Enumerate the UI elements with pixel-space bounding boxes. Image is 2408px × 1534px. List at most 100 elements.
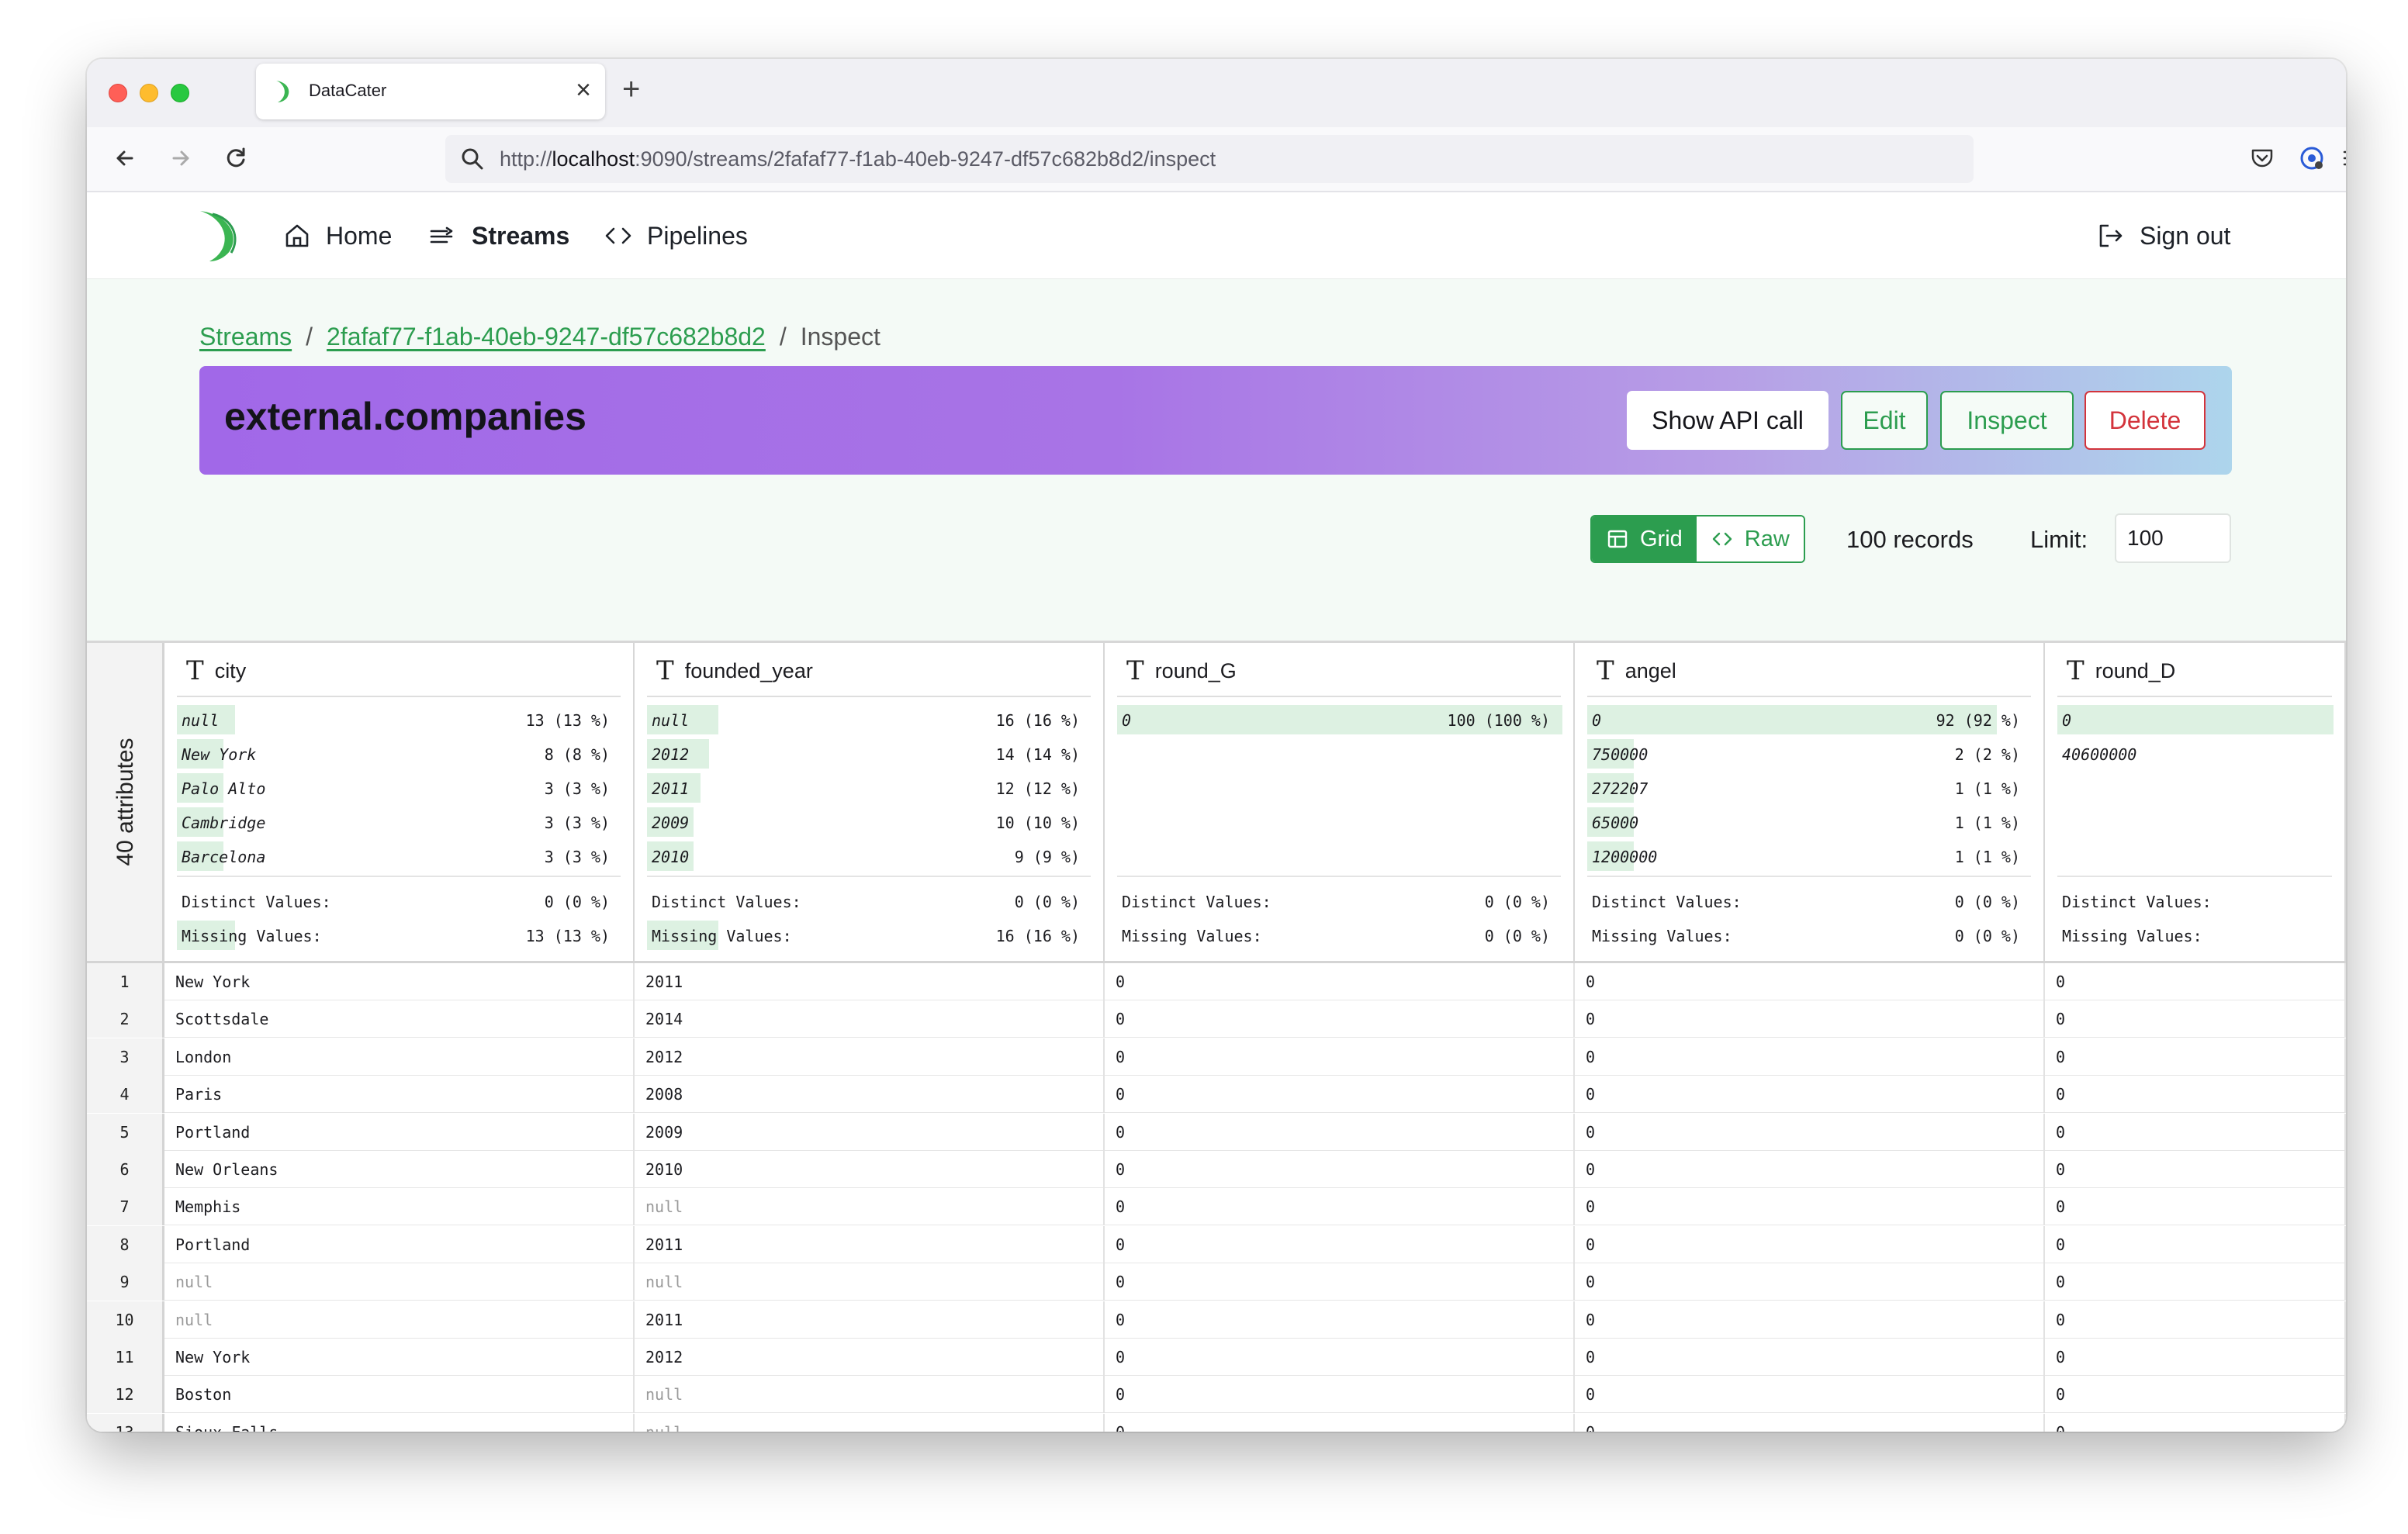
column-header-city[interactable]: Tcity xyxy=(186,655,246,686)
maximize-window-button[interactable] xyxy=(171,84,189,102)
table-cell-angel[interactable]: 0 xyxy=(1575,1038,2045,1076)
table-cell-city[interactable]: Boston xyxy=(164,1376,635,1414)
table-cell-round_D[interactable]: 0 xyxy=(2045,1225,2346,1263)
table-cell-round_D[interactable]: 0 xyxy=(2045,1413,2346,1432)
table-cell-founded_year[interactable]: 2012 xyxy=(635,1038,1105,1076)
nav-home[interactable]: Home xyxy=(282,192,392,279)
table-cell-city[interactable]: null xyxy=(164,1301,635,1339)
table-cell-city[interactable]: New York xyxy=(164,1339,635,1376)
table-cell-round_D[interactable]: 0 xyxy=(2045,1263,2346,1301)
back-arrow-icon[interactable] xyxy=(109,141,143,175)
table-cell-round_D[interactable]: 0 xyxy=(2045,1151,2346,1188)
table-cell-angel[interactable]: 0 xyxy=(1575,1076,2045,1114)
raw-view-button[interactable]: Raw xyxy=(1696,517,1804,561)
table-cell-city[interactable]: London xyxy=(164,1038,635,1076)
url-bar[interactable]: http://localhost:9090/streams/2fafaf77-f… xyxy=(445,135,1974,183)
table-cell-round_G[interactable]: 0 xyxy=(1105,1413,1575,1432)
table-cell-founded_year[interactable]: 2009 xyxy=(635,1113,1105,1151)
table-cell-angel[interactable]: 0 xyxy=(1575,963,2045,1000)
table-cell-round_G[interactable]: 0 xyxy=(1105,1000,1575,1038)
table-cell-founded_year[interactable]: null xyxy=(635,1263,1105,1301)
reload-icon[interactable] xyxy=(219,141,253,175)
table-cell-round_G[interactable]: 0 xyxy=(1105,1188,1575,1226)
table-cell-city[interactable]: null xyxy=(164,1263,635,1301)
table-cell-round_G[interactable]: 0 xyxy=(1105,1038,1575,1076)
forward-arrow-icon[interactable] xyxy=(163,141,197,175)
table-cell-round_G[interactable]: 0 xyxy=(1105,1301,1575,1339)
column-header-round_G[interactable]: Tround_G xyxy=(1126,655,1237,686)
table-cell-angel[interactable]: 0 xyxy=(1575,1339,2045,1376)
table-cell-round_D[interactable]: 0 xyxy=(2045,1301,2346,1339)
menu-icon[interactable] xyxy=(2337,141,2346,175)
table-cell-city[interactable]: Portland xyxy=(164,1225,635,1263)
table-cell-round_G[interactable]: 0 xyxy=(1105,1151,1575,1188)
table-cell-city[interactable]: New Orleans xyxy=(164,1151,635,1188)
table-cell-city[interactable]: Sioux Falls xyxy=(164,1413,635,1432)
url-text[interactable]: http://localhost:9090/streams/2fafaf77-f… xyxy=(500,147,1216,171)
frequent-value: Barcelona xyxy=(182,848,266,866)
table-cell-angel[interactable]: 0 xyxy=(1575,1301,2045,1339)
column-header-founded_year[interactable]: Tfounded_year xyxy=(656,655,813,686)
table-cell-angel[interactable]: 0 xyxy=(1575,1413,2045,1432)
column-header-angel[interactable]: Tangel xyxy=(1597,655,1676,686)
extension-icon[interactable] xyxy=(2295,141,2329,175)
table-cell-round_G[interactable]: 0 xyxy=(1105,1225,1575,1263)
close-window-button[interactable] xyxy=(109,84,127,102)
close-tab-icon[interactable]: × xyxy=(576,74,591,105)
datacater-logo-icon[interactable] xyxy=(195,208,242,264)
inspect-button[interactable]: Inspect xyxy=(1940,391,2074,450)
table-cell-round_G[interactable]: 0 xyxy=(1105,1076,1575,1114)
table-cell-founded_year[interactable]: 2011 xyxy=(635,1301,1105,1339)
table-cell-founded_year[interactable]: null xyxy=(635,1188,1105,1226)
table-cell-round_G[interactable]: 0 xyxy=(1105,963,1575,1000)
table-cell-round_G[interactable]: 0 xyxy=(1105,1339,1575,1376)
table-cell-city[interactable]: Scottsdale xyxy=(164,1000,635,1038)
edit-button[interactable]: Edit xyxy=(1841,391,1928,450)
show-api-call-button[interactable]: Show API call xyxy=(1627,391,1828,450)
new-tab-icon[interactable]: + xyxy=(622,70,640,109)
table-cell-round_D[interactable]: 0 xyxy=(2045,1113,2346,1151)
table-cell-city[interactable]: New York xyxy=(164,963,635,1000)
table-cell-city[interactable]: Portland xyxy=(164,1113,635,1151)
table-cell-angel[interactable]: 0 xyxy=(1575,1225,2045,1263)
table-cell-founded_year[interactable]: 2012 xyxy=(635,1339,1105,1376)
column-header-round_D[interactable]: Tround_D xyxy=(2067,655,2175,686)
sign-out-button[interactable]: Sign out xyxy=(2096,192,2230,279)
table-cell-angel[interactable]: 0 xyxy=(1575,1000,2045,1038)
table-cell-angel[interactable]: 0 xyxy=(1575,1151,2045,1188)
table-cell-founded_year[interactable]: 2011 xyxy=(635,1225,1105,1263)
table-cell-founded_year[interactable]: 2010 xyxy=(635,1151,1105,1188)
delete-button[interactable]: Delete xyxy=(2085,391,2206,450)
breadcrumb-stream-link[interactable]: 2fafaf77-f1ab-40eb-9247-df57c682b8d2 xyxy=(327,323,766,351)
table-cell-round_G[interactable]: 0 xyxy=(1105,1113,1575,1151)
table-cell-round_G[interactable]: 0 xyxy=(1105,1376,1575,1414)
table-cell-angel[interactable]: 0 xyxy=(1575,1376,2045,1414)
breadcrumb-streams-link[interactable]: Streams xyxy=(199,323,292,351)
pocket-icon[interactable] xyxy=(2245,141,2279,175)
nav-pipelines[interactable]: Pipelines xyxy=(604,192,748,279)
table-cell-round_D[interactable]: 0 xyxy=(2045,1339,2346,1376)
nav-streams[interactable]: Streams xyxy=(428,192,569,279)
table-cell-founded_year[interactable]: 2011 xyxy=(635,963,1105,1000)
browser-tab[interactable]: DataCater × xyxy=(256,64,605,119)
table-cell-city[interactable]: Memphis xyxy=(164,1188,635,1226)
table-cell-founded_year[interactable]: null xyxy=(635,1413,1105,1432)
minimize-window-button[interactable] xyxy=(140,84,158,102)
limit-input[interactable] xyxy=(2115,513,2231,563)
grid-view-button[interactable]: Grid xyxy=(1592,517,1697,561)
table-cell-round_G[interactable]: 0 xyxy=(1105,1263,1575,1301)
table-cell-founded_year[interactable]: null xyxy=(635,1376,1105,1414)
table-cell-founded_year[interactable]: 2008 xyxy=(635,1076,1105,1114)
table-cell-angel[interactable]: 0 xyxy=(1575,1188,2045,1226)
table-cell-round_D[interactable]: 0 xyxy=(2045,963,2346,1000)
table-cell-angel[interactable]: 0 xyxy=(1575,1113,2045,1151)
table-cell-round_D[interactable]: 0 xyxy=(2045,1000,2346,1038)
table-cell-founded_year[interactable]: 2014 xyxy=(635,1000,1105,1038)
column-name: round_D xyxy=(2095,658,2176,682)
table-cell-round_D[interactable]: 0 xyxy=(2045,1376,2346,1414)
table-cell-round_D[interactable]: 0 xyxy=(2045,1076,2346,1114)
table-cell-round_D[interactable]: 0 xyxy=(2045,1038,2346,1076)
table-cell-city[interactable]: Paris xyxy=(164,1076,635,1114)
table-cell-round_D[interactable]: 0 xyxy=(2045,1188,2346,1226)
table-cell-angel[interactable]: 0 xyxy=(1575,1263,2045,1301)
